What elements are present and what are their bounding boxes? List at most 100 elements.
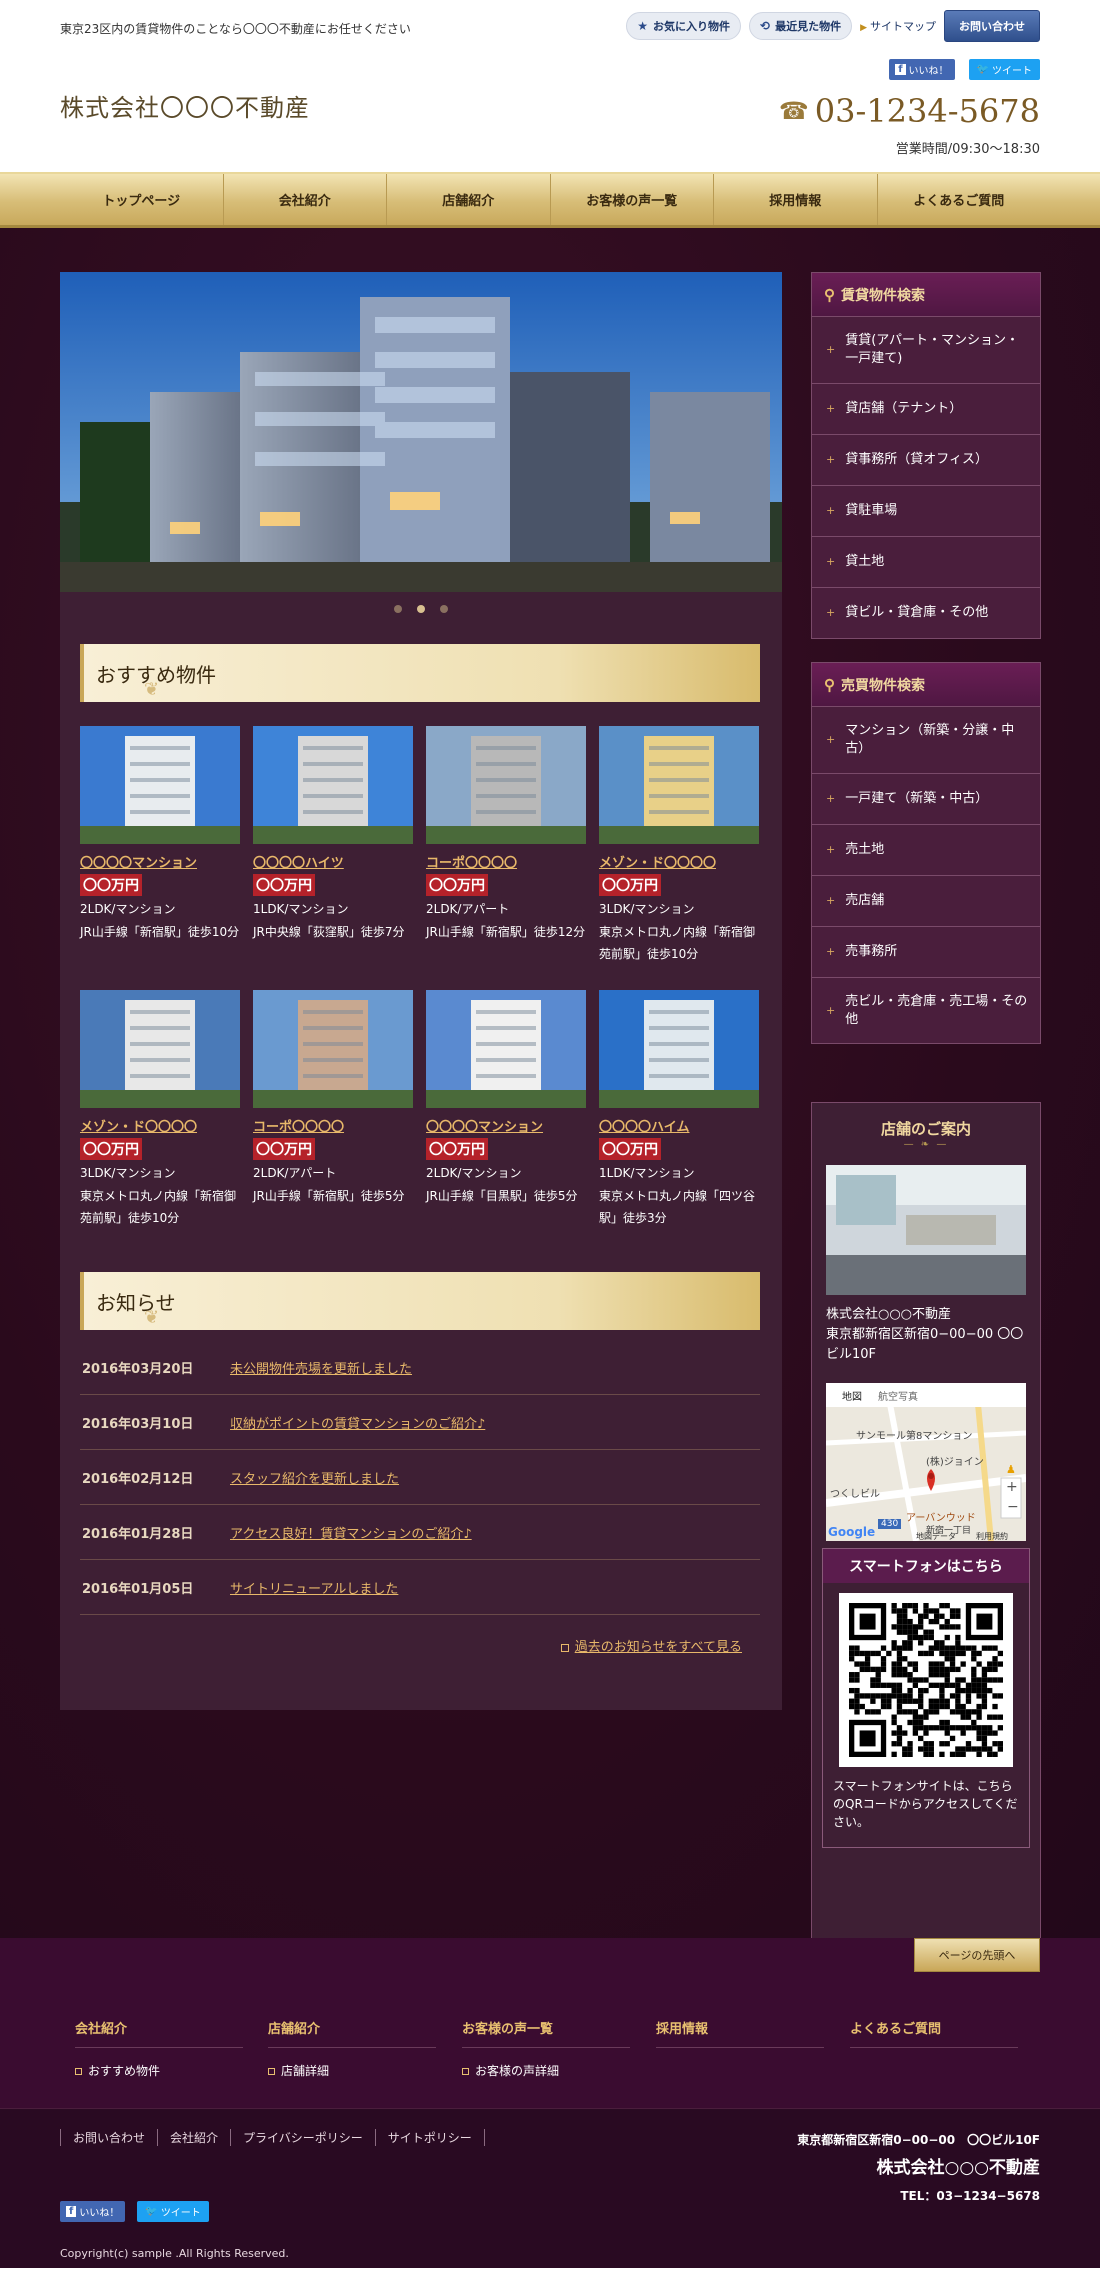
- twitter-tweet-button[interactable]: 🐦 ツイート: [968, 59, 1040, 80]
- triangle-icon: ▶: [860, 23, 867, 33]
- property-name[interactable]: コーポ〇〇〇〇: [253, 1116, 413, 1135]
- favorites-button[interactable]: ★ お気に入り物件: [626, 12, 742, 40]
- store-name: 株式会社○○○不動産: [826, 1307, 952, 1322]
- footer-link-company[interactable]: 会社紹介: [157, 2129, 230, 2146]
- footer-link-contact[interactable]: お問い合わせ: [60, 2129, 157, 2146]
- sidebar-search-item[interactable]: + マンション（新築・分譲・中古）: [812, 707, 1040, 773]
- news-date: 2016年03月10日: [82, 1416, 194, 1432]
- property-photo[interactable]: [80, 726, 240, 844]
- property-name[interactable]: 〇〇〇〇ハイム: [599, 1116, 759, 1135]
- hero-slider-image[interactable]: [60, 272, 782, 592]
- footer-column-title[interactable]: お客様の声一覧: [462, 2018, 630, 2048]
- property-photo[interactable]: [253, 990, 413, 1108]
- zoom-in-icon[interactable]: +: [1006, 1479, 1018, 1495]
- footer-link-privacy[interactable]: プライバシーポリシー: [230, 2129, 375, 2146]
- facebook-like-button[interactable]: f いいね！: [889, 59, 955, 80]
- rental-search-box: ⚲ 賃貸物件検索 + 賃貸(アパート・マンション・一戸建て) + 貸店舗（テナント） + 貸…: [811, 272, 1041, 639]
- footer-column: 店舗紹介 店舗詳細: [268, 2018, 436, 2079]
- sidebar-search-item[interactable]: + 貸土地: [812, 536, 1040, 587]
- property-name[interactable]: 〇〇〇〇ハイツ: [253, 852, 413, 871]
- sidebar-search-item[interactable]: + 売事務所: [812, 926, 1040, 977]
- footer-column-title[interactable]: 会社紹介: [75, 2018, 243, 2048]
- property-name[interactable]: コーポ〇〇〇〇: [426, 852, 586, 871]
- news-title-link[interactable]: スタッフ紹介を更新しました: [230, 1468, 399, 1487]
- map-label: つくしビル: [830, 1489, 880, 1500]
- footer-column-title[interactable]: よくあるご質問: [850, 2018, 1018, 2048]
- property-photo[interactable]: [426, 726, 586, 844]
- property-card[interactable]: 〇〇〇〇マンション 〇〇万円 2LDK/マンション JR山手線「目黒駅」徒歩5分: [426, 990, 586, 1207]
- news-title-link[interactable]: 収納がポイントの賃貸マンションのご紹介♪: [230, 1413, 485, 1432]
- main-content: おすすめ物件 ❦ 〇〇〇〇マンション 〇〇万円 2LDK/マンション JR山手線「新宿駅…: [60, 272, 782, 1710]
- sitemap-link[interactable]: ▶ サイトマップ: [860, 18, 936, 34]
- nav-top[interactable]: トップページ: [60, 174, 223, 225]
- footer-column-link[interactable]: お客様の声詳細: [462, 2062, 630, 2079]
- property-photo[interactable]: [599, 990, 759, 1108]
- property-photo[interactable]: [80, 990, 240, 1108]
- square-bullet-icon: [462, 2068, 469, 2075]
- sidebar-search-item[interactable]: + 売ビル・売倉庫・売工場・その他: [812, 977, 1040, 1043]
- property-card[interactable]: コーポ〇〇〇〇 〇〇万円 2LDK/アパート JR山手線「新宿駅」徒歩12分: [426, 726, 586, 943]
- sidebar-search-item[interactable]: + 賃貸(アパート・マンション・一戸建て): [812, 317, 1040, 383]
- footer-column-link[interactable]: 店舗詳細: [268, 2062, 436, 2079]
- property-name[interactable]: 〇〇〇〇マンション: [426, 1116, 586, 1135]
- nav-company[interactable]: 会社紹介: [222, 174, 387, 225]
- nav-recruit[interactable]: 採用情報: [713, 174, 877, 225]
- map-road-number: 430: [878, 1519, 902, 1529]
- page-top-button[interactable]: ページの先頭へ: [914, 1938, 1040, 1972]
- sidebar-search-item[interactable]: + 一戸建て（新築・中古）: [812, 773, 1040, 824]
- property-card[interactable]: メゾン・ド〇〇〇〇 〇〇万円 3LDK/マンション 東京メトロ丸ノ内線「新宿御苑前駅」…: [599, 726, 759, 965]
- property-photo[interactable]: [426, 990, 586, 1108]
- plus-icon: +: [826, 606, 836, 619]
- map-data-label: 地図データ: [916, 1532, 956, 1541]
- property-name[interactable]: 〇〇〇〇マンション: [80, 852, 240, 871]
- ornament-icon: ❦: [144, 679, 160, 700]
- contact-button[interactable]: お問い合わせ: [944, 10, 1040, 42]
- footer-column-title[interactable]: 採用情報: [656, 2018, 824, 2048]
- sidebar-search-item[interactable]: + 売店舗: [812, 875, 1040, 926]
- footer-column-title[interactable]: 店舗紹介: [268, 2018, 436, 2048]
- slider-dot-2[interactable]: [417, 605, 425, 613]
- property-name[interactable]: メゾン・ド〇〇〇〇: [80, 1116, 240, 1135]
- nav-voices[interactable]: お客様の声一覧: [549, 174, 714, 225]
- property-card[interactable]: メゾン・ド〇〇〇〇 〇〇万円 3LDK/マンション 東京メトロ丸ノ内線「新宿御苑前駅」…: [80, 990, 240, 1229]
- recent-button[interactable]: ⟲ 最近見た物件: [749, 12, 853, 40]
- news-date: 2016年02月12日: [82, 1471, 194, 1487]
- all-news-link[interactable]: 過去のお知らせをすべて見る: [560, 1636, 742, 1655]
- sidebar-search-item[interactable]: + 貸事務所（貸オフィス）: [812, 434, 1040, 485]
- slider-dot-3[interactable]: [440, 605, 448, 613]
- nav-faq[interactable]: よくあるご質問: [876, 174, 1041, 225]
- map-terms-link[interactable]: 利用規約: [976, 1531, 1008, 1541]
- plus-icon: +: [826, 894, 836, 907]
- site-logo[interactable]: 株式会社〇〇〇不動産: [60, 88, 310, 123]
- sidebar-search-item[interactable]: + 貸駐車場: [812, 485, 1040, 536]
- zoom-out-icon[interactable]: −: [1007, 1499, 1019, 1515]
- sidebar-search-item[interactable]: + 売土地: [812, 824, 1040, 875]
- footer-column-link[interactable]: おすすめ物件: [75, 2062, 243, 2079]
- property-card[interactable]: 〇〇〇〇マンション 〇〇万円 2LDK/マンション JR山手線「新宿駅」徒歩10分: [80, 726, 240, 943]
- property-type: 2LDK/アパート: [253, 1166, 337, 1180]
- property-access: JR山手線「新宿駅」徒歩5分: [253, 1189, 405, 1203]
- sidebar-search-item[interactable]: + 貸ビル・貸倉庫・その他: [812, 587, 1040, 638]
- news-title-link[interactable]: サイトリニューアルしました: [230, 1578, 398, 1597]
- nav-store[interactable]: 店舗紹介: [386, 174, 550, 225]
- slider-dot-1[interactable]: [394, 605, 402, 613]
- facebook-like-button[interactable]: f いいね！: [60, 2201, 126, 2222]
- store-map[interactable]: 地図 航空写真 サンモール第8マンション (株)ジョイン つくしビル アーバンウ…: [826, 1383, 1026, 1541]
- footer-link-sitepolicy[interactable]: サイトポリシー: [374, 2129, 485, 2146]
- property-photo[interactable]: [253, 726, 413, 844]
- pegman-icon[interactable]: ♟: [1006, 1463, 1016, 1476]
- social-buttons: f いいね！ 🐦 ツイート: [889, 59, 1040, 80]
- map-tab-map[interactable]: 地図: [842, 1388, 862, 1403]
- news-title-link[interactable]: アクセス良好！賃貸マンションのご紹介♪: [230, 1523, 472, 1542]
- property-type: 2LDK/マンション: [426, 1166, 522, 1180]
- property-name[interactable]: メゾン・ド〇〇〇〇: [599, 852, 759, 871]
- map-tab-satellite[interactable]: 航空写真: [878, 1388, 918, 1403]
- twitter-tweet-button[interactable]: 🐦 ツイート: [137, 2201, 209, 2222]
- property-card[interactable]: コーポ〇〇〇〇 〇〇万円 2LDK/アパート JR山手線「新宿駅」徒歩5分: [253, 990, 413, 1207]
- sidebar-search-item[interactable]: + 貸店舗（テナント）: [812, 383, 1040, 434]
- property-card[interactable]: 〇〇〇〇ハイツ 〇〇万円 1LDK/マンション JR中央線「荻窪駅」徒歩7分: [253, 726, 413, 943]
- news-title-link[interactable]: 未公開物件売場を更新しました: [230, 1358, 412, 1377]
- property-photo[interactable]: [599, 726, 759, 844]
- plus-icon: +: [826, 843, 836, 856]
- property-card[interactable]: 〇〇〇〇ハイム 〇〇万円 1LDK/マンション 東京メトロ丸ノ内線「四ツ谷駅」徒歩3分: [599, 990, 759, 1229]
